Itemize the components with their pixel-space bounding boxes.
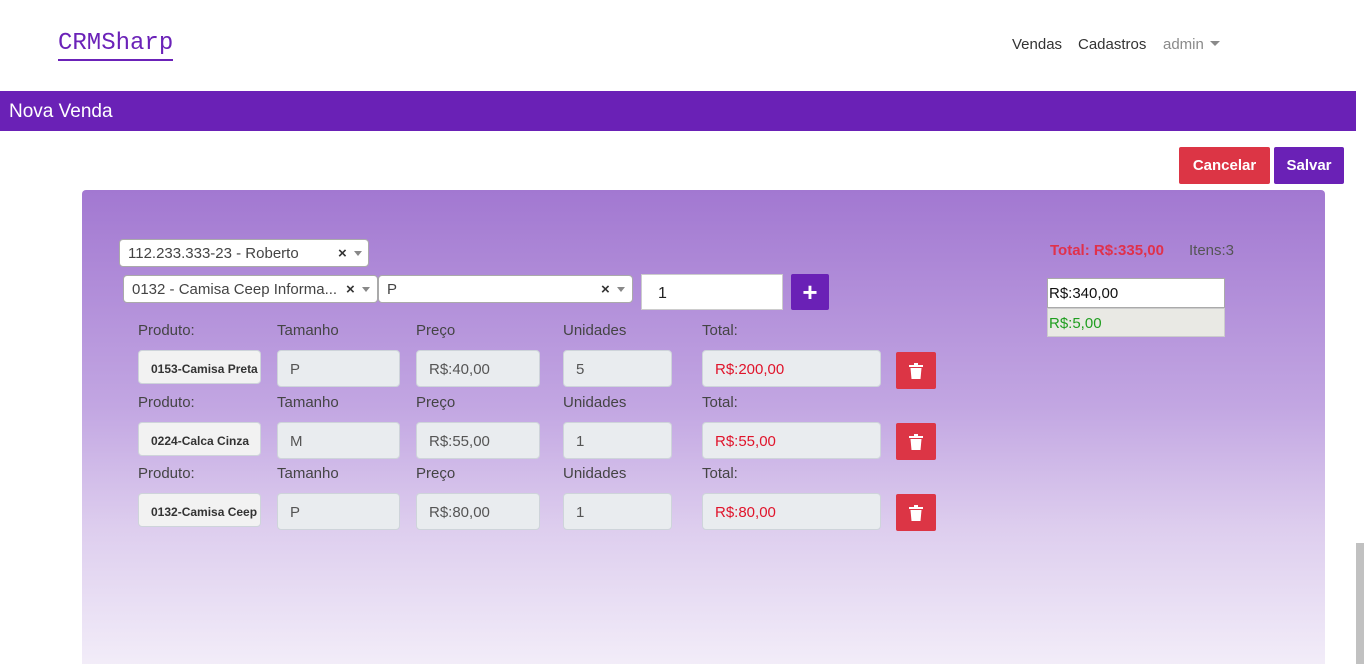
chevron-down-icon [1209, 41, 1220, 46]
trash-icon [909, 433, 923, 450]
nav-cadastros-link[interactable]: Cadastros [1078, 36, 1146, 53]
scrollbar-thumb[interactable] [1356, 543, 1364, 664]
item-units-field: 5 [563, 350, 672, 387]
amount-paid-input[interactable]: R$:340,00 [1047, 278, 1225, 308]
customer-select-value: 112.233.333-23 - Roberto [128, 245, 299, 262]
preco-label: Preço [416, 394, 456, 411]
item-total-field: R$:55,00 [702, 422, 881, 459]
item-price-field: R$:40,00 [416, 350, 540, 387]
item-product-field[interactable]: 0153-Camisa Preta [138, 350, 261, 384]
add-item-button[interactable]: + [791, 274, 829, 310]
item-size-field: P [277, 493, 400, 530]
delete-item-button[interactable] [896, 352, 936, 389]
product-select[interactable]: 0132 - Camisa Ceep Informa... × [123, 275, 378, 303]
item-size-field: P [277, 350, 400, 387]
clear-icon[interactable]: × [338, 245, 347, 262]
tamanho-label: Tamanho [277, 394, 339, 411]
item-product-field[interactable]: 0132-Camisa Ceep [138, 493, 261, 527]
customer-select[interactable]: 112.233.333-23 - Roberto × [119, 239, 369, 267]
item-units-field: 1 [563, 493, 672, 530]
item-size-field: M [277, 422, 400, 459]
page-header-bar: Nova Venda [0, 91, 1356, 131]
nav-vendas-link[interactable]: Vendas [1012, 36, 1062, 53]
total-label: Total: [702, 465, 738, 482]
total-label: Total: [702, 394, 738, 411]
preco-label: Preço [416, 465, 456, 482]
delete-item-button[interactable] [896, 423, 936, 460]
item-units-field: 1 [563, 422, 672, 459]
unidades-label: Unidades [563, 322, 627, 339]
chevron-down-icon [354, 251, 362, 256]
item-price-field: R$:80,00 [416, 493, 540, 530]
product-select-value: 0132 - Camisa Ceep Informa... [132, 281, 338, 298]
user-menu-label: admin [1163, 36, 1204, 53]
trash-icon [909, 504, 923, 521]
chevron-down-icon [362, 287, 370, 292]
clear-icon[interactable]: × [601, 281, 610, 298]
unidades-label: Unidades [563, 394, 627, 411]
produto-label: Produto: [138, 322, 195, 339]
item-product-field[interactable]: 0224-Calca Cinza [138, 422, 261, 456]
plus-icon: + [802, 277, 818, 307]
tamanho-label: Tamanho [277, 465, 339, 482]
scrollbar-upper [1356, 0, 1364, 543]
user-menu-dropdown[interactable]: admin [1163, 36, 1220, 53]
size-select[interactable]: P × [378, 275, 633, 303]
brand-logo-link[interactable]: CRMSharp [58, 30, 174, 61]
tamanho-label: Tamanho [277, 322, 339, 339]
clear-icon[interactable]: × [346, 281, 355, 298]
page-title: Nova Venda [9, 101, 113, 122]
top-navbar: CRMSharp Vendas Cadastros admin [0, 0, 1356, 90]
total-label: Total: [702, 322, 738, 339]
produto-label: Produto: [138, 465, 195, 482]
sale-total: Total: R$:335,00 [1050, 242, 1164, 259]
chevron-down-icon [617, 287, 625, 292]
cancel-button[interactable]: Cancelar [1179, 147, 1270, 184]
quantity-input[interactable]: 1 [641, 274, 783, 310]
size-select-value: P [387, 281, 398, 298]
delete-item-button[interactable] [896, 494, 936, 531]
items-count: Itens:3 [1189, 242, 1235, 259]
produto-label: Produto: [138, 394, 195, 411]
trash-icon [909, 362, 923, 379]
save-button[interactable]: Salvar [1274, 147, 1344, 184]
change-amount: R$:5,00 [1047, 308, 1225, 337]
item-total-field: R$:80,00 [702, 493, 881, 530]
item-price-field: R$:55,00 [416, 422, 540, 459]
item-total-field: R$:200,00 [702, 350, 881, 387]
unidades-label: Unidades [563, 465, 627, 482]
preco-label: Preço [416, 322, 456, 339]
